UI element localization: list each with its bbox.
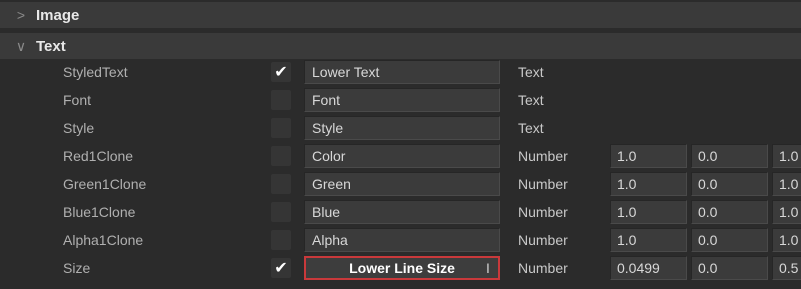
control-type[interactable]: Number: [518, 260, 568, 276]
default-value-field[interactable]: 0.0499: [610, 256, 687, 280]
checkbox[interactable]: [271, 118, 291, 138]
control-type[interactable]: Text: [518, 64, 544, 80]
max-value-field[interactable]: 1.0: [772, 172, 801, 196]
control-name: Alpha1Clone: [63, 232, 144, 248]
control-type[interactable]: Number: [518, 232, 568, 248]
checkbox[interactable]: ✔: [271, 62, 291, 82]
control-name: Style: [63, 120, 95, 136]
control-row-styledtext: StyledText ✔ Lower Text Text: [0, 59, 801, 87]
section-image-label: Image: [36, 6, 80, 24]
control-name-field[interactable]: Style: [304, 116, 500, 140]
checkbox[interactable]: ✔: [271, 258, 291, 278]
min-value-field[interactable]: 0.0: [691, 228, 768, 252]
control-row-red1clone: Red1Clone Color Number 1.0 0.0 1.0: [0, 143, 801, 171]
min-value-field[interactable]: 0.0: [691, 144, 768, 168]
control-type[interactable]: Number: [518, 176, 568, 192]
control-type[interactable]: Text: [518, 92, 544, 108]
user-controls-panel: > Image ∨ Text StyledText ✔ Lower Text T…: [0, 0, 801, 289]
control-row-blue1clone: Blue1Clone Blue Number 1.0 0.0 1.0: [0, 199, 801, 227]
control-row-alpha1clone: Alpha1Clone Alpha Number 1.0 0.0 1.0: [0, 227, 801, 255]
min-value-field[interactable]: 0.0: [691, 200, 768, 224]
control-name-field[interactable]: Font: [304, 88, 500, 112]
checkbox[interactable]: [271, 230, 291, 250]
control-type[interactable]: Number: [518, 204, 568, 220]
section-text-label: Text: [36, 37, 66, 55]
control-name: Green1Clone: [63, 176, 147, 192]
control-row-style: Style Style Text: [0, 115, 801, 143]
control-row-green1clone: Green1Clone Green Number 1.0 0.0 1.0: [0, 171, 801, 199]
control-name-field[interactable]: Blue: [304, 200, 500, 224]
checkbox[interactable]: [271, 174, 291, 194]
checkbox[interactable]: [271, 90, 291, 110]
default-value-field[interactable]: 1.0: [610, 200, 687, 224]
max-value-field[interactable]: 0.5: [772, 256, 801, 280]
control-name-field[interactable]: Color: [304, 144, 500, 168]
control-name: StyledText: [63, 64, 128, 80]
max-value-field[interactable]: 1.0: [772, 200, 801, 224]
control-row-font: Font Font Text: [0, 87, 801, 115]
control-type[interactable]: Text: [518, 120, 544, 136]
section-image-header[interactable]: > Image: [0, 2, 801, 28]
control-name-field-editing[interactable]: Lower Line Size: [304, 256, 500, 280]
min-value-field[interactable]: 0.0: [691, 256, 768, 280]
control-name: Red1Clone: [63, 148, 134, 164]
text-cursor-icon: I: [486, 260, 490, 276]
checkbox[interactable]: [271, 202, 291, 222]
max-value-field[interactable]: 1.0: [772, 144, 801, 168]
default-value-field[interactable]: 1.0: [610, 228, 687, 252]
control-name: Blue1Clone: [63, 204, 136, 220]
checkbox[interactable]: [271, 146, 291, 166]
control-name-field[interactable]: Alpha: [304, 228, 500, 252]
control-name-field[interactable]: Green: [304, 172, 500, 196]
control-type[interactable]: Number: [518, 148, 568, 164]
control-name-field[interactable]: Lower Text: [304, 60, 500, 84]
default-value-field[interactable]: 1.0: [610, 172, 687, 196]
control-row-size: Size ✔ Lower Line Size I Number 0.0499 0…: [0, 255, 801, 283]
chevron-right-icon[interactable]: >: [12, 7, 30, 23]
max-value-field[interactable]: 1.0: [772, 228, 801, 252]
control-name: Font: [63, 92, 92, 108]
chevron-down-icon[interactable]: ∨: [12, 38, 30, 55]
default-value-field[interactable]: 1.0: [610, 144, 687, 168]
section-text-header[interactable]: ∨ Text: [0, 33, 801, 59]
control-name: Size: [63, 260, 91, 276]
min-value-field[interactable]: 0.0: [691, 172, 768, 196]
